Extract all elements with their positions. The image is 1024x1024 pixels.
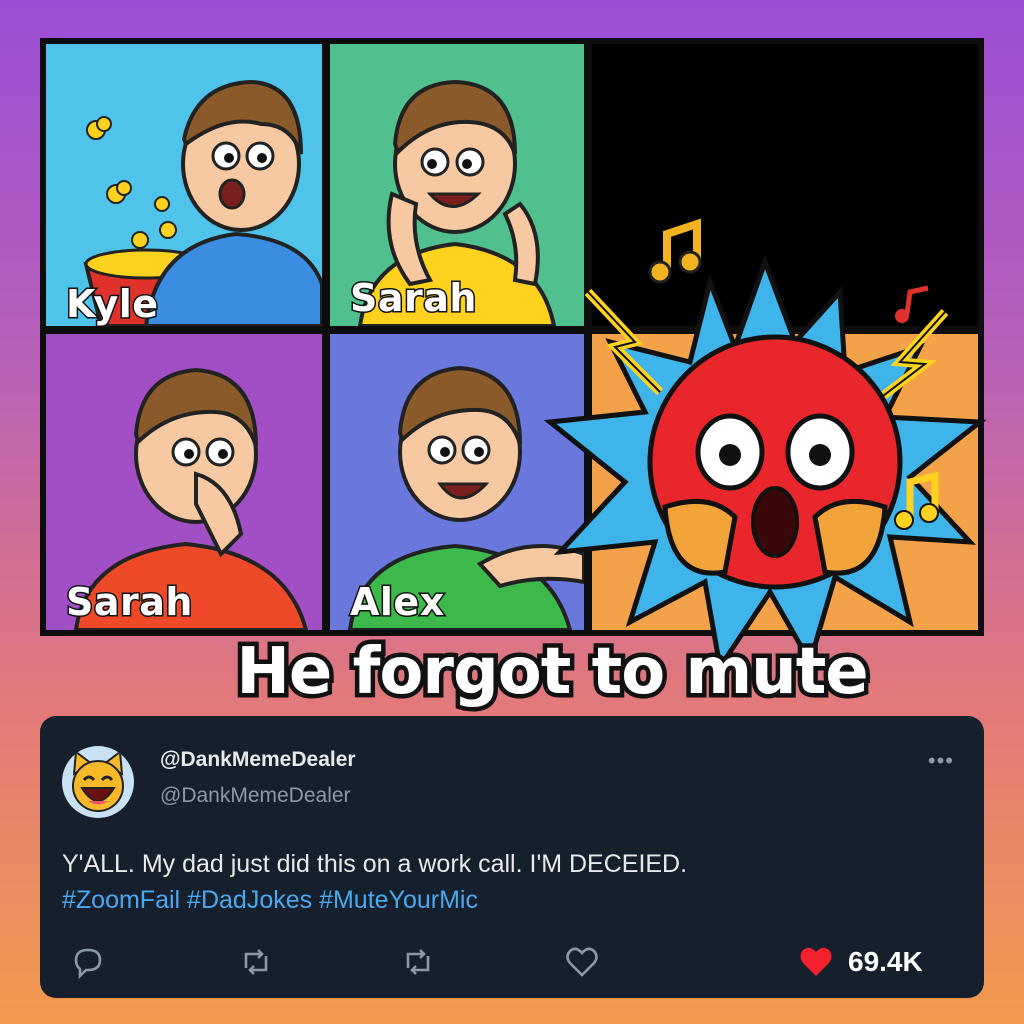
participant-tile-sarah-2[interactable]: Sarah (46, 334, 322, 630)
retweet-icon (244, 949, 268, 975)
participant-name: Sarah (65, 579, 194, 626)
reply-icon (74, 948, 102, 980)
participant-name: Alex (349, 579, 446, 626)
reply-button[interactable] (68, 942, 108, 982)
retweet-button-2[interactable] (398, 942, 438, 982)
hashtag-link[interactable]: #MuteYourMic (319, 886, 478, 914)
participant-name: Sarah (349, 275, 478, 322)
display-name[interactable]: @DankMemeDealer (160, 748, 356, 772)
meme-caption: He forgot to mute (232, 631, 873, 713)
retweet-icon (406, 949, 430, 975)
tweet-actions: 69.4K (40, 938, 984, 988)
participant-name: Kyle (65, 281, 160, 327)
shocked-emoji-burst (543, 254, 987, 672)
retweet-button[interactable] (236, 942, 276, 982)
laughing-cat-icon (72, 750, 124, 812)
tweet-card: @DankMemeDealer @DankMemeDealer ••• Y'AL… (40, 716, 984, 998)
hashtag-link[interactable]: #ZoomFail (62, 886, 180, 914)
tweet-text: Y'ALL. My dad just did this on a work ca… (62, 846, 962, 918)
liked-heart-button[interactable] (796, 942, 836, 982)
avatar[interactable] (62, 746, 134, 818)
like-icon (566, 947, 598, 977)
tweet-body: Y'ALL. My dad just did this on a work ca… (62, 850, 688, 878)
participant-tile-kyle[interactable]: Kyle (46, 44, 322, 326)
like-count: 69.4K (848, 946, 923, 977)
liked-heart-icon (800, 947, 832, 976)
hashtag-link[interactable]: #DadJokes (187, 886, 312, 914)
more-options-button[interactable]: ••• (928, 748, 954, 774)
like-button[interactable] (562, 942, 602, 982)
user-handle[interactable]: @DankMemeDealer (160, 784, 351, 808)
